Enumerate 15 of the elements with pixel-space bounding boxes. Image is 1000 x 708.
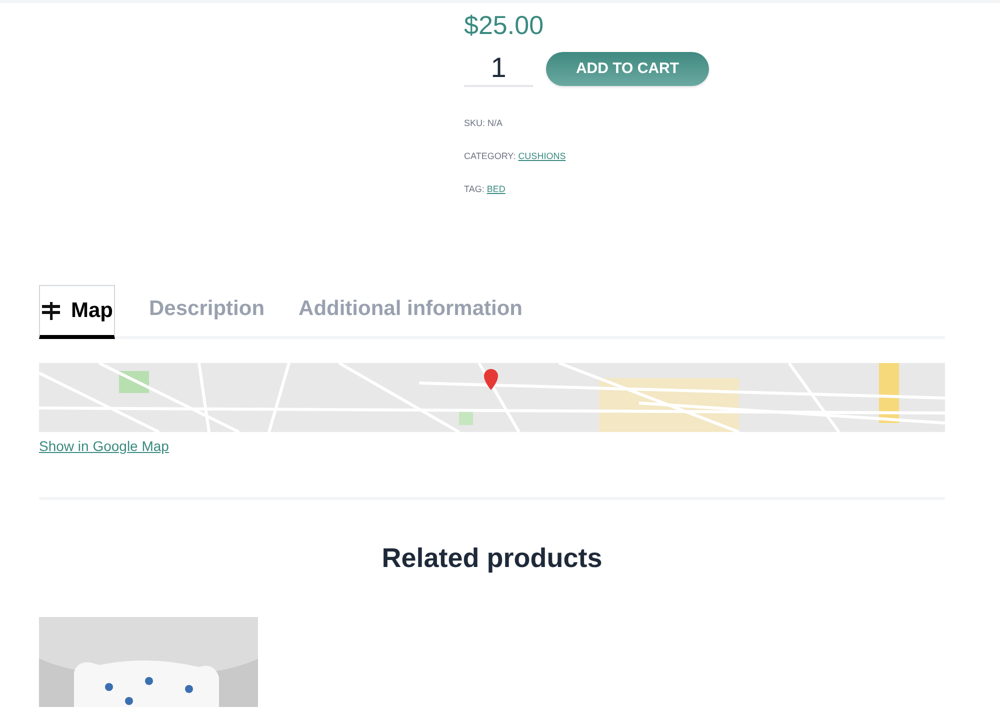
add-to-cart-button[interactable]: ADD TO CART (546, 52, 709, 86)
tab[interactable]: Map (39, 285, 115, 339)
tab[interactable]: Additional information (298, 282, 523, 336)
tab[interactable]: Description (149, 282, 265, 336)
meta-label: SKU: (464, 117, 486, 129)
map-link[interactable]: Show in Google Map (39, 436, 169, 457)
signpost-icon (41, 300, 61, 320)
product-price: $25.00 (464, 9, 544, 41)
section-heading: Related products (380, 542, 604, 575)
meta-link[interactable]: CUSHIONS (518, 150, 566, 162)
quantity-field[interactable]: 1 (464, 51, 533, 87)
meta-value: N/A (488, 117, 503, 129)
meta-label: CATEGORY: (464, 150, 517, 162)
meta-label: TAG: (464, 183, 486, 195)
meta-link[interactable]: BED (486, 183, 506, 195)
